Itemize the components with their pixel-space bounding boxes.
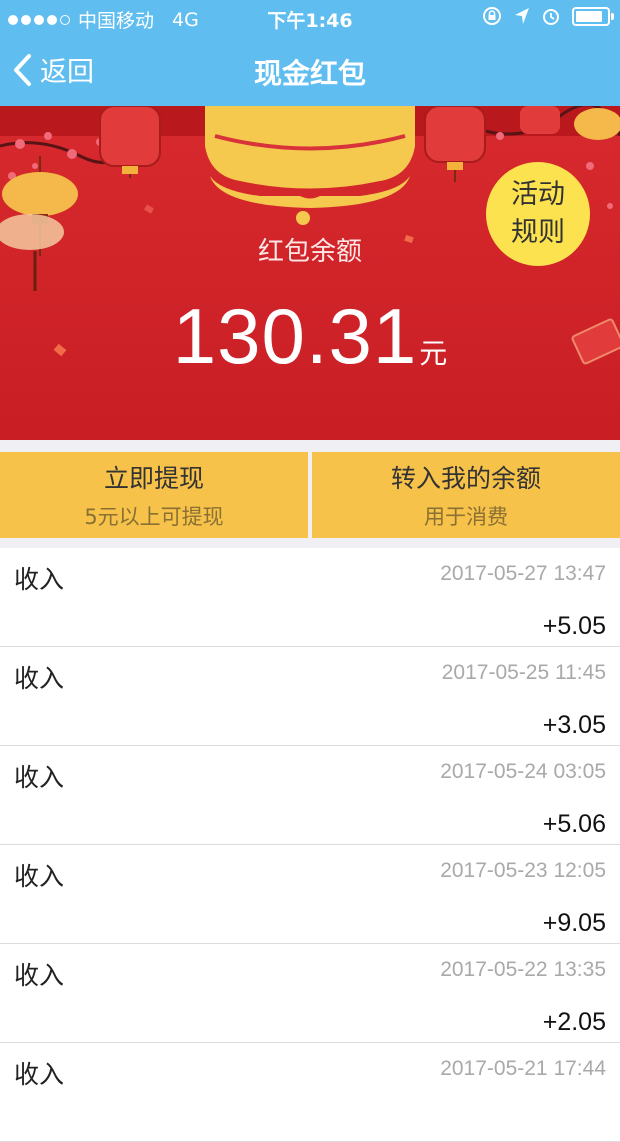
red-packet-banner: 红包余额 130.31元 活动 规则 — [0, 106, 620, 440]
rules-label-line2: 规则 — [511, 217, 565, 248]
balance-amount: 130.31元 — [0, 291, 620, 382]
list-item[interactable]: 收入 2017-05-21 17:44 — [0, 1043, 620, 1142]
transfer-to-balance-button[interactable]: 转入我的余额 用于消费 — [312, 452, 620, 538]
page-title: 现金红包 — [253, 57, 366, 90]
withdraw-label: 立即提现 — [103, 464, 204, 493]
record-date: 2017-05-24 03:05 — [440, 760, 606, 783]
transfer-hint: 用于消费 — [424, 505, 508, 529]
record-date: 2017-05-25 11:45 — [441, 661, 606, 684]
list-item[interactable]: 收入 2017-05-23 12:05 +9.05 — [0, 845, 620, 944]
record-type: 收入 — [14, 961, 65, 990]
location-icon — [515, 8, 529, 24]
action-buttons: 立即提现 5元以上可提现 转入我的余额 用于消费 — [0, 452, 620, 538]
balance-unit: 元 — [419, 337, 448, 370]
record-type: 收入 — [14, 862, 65, 891]
list-item[interactable]: 收入 2017-05-24 03:05 +5.06 — [0, 746, 620, 845]
record-amount: +9.05 — [542, 909, 606, 937]
list-item[interactable]: 收入 2017-05-25 11:45 +3.05 — [0, 647, 620, 746]
navigation-bar: 返回 现金红包 — [0, 36, 620, 106]
banner-decoration — [0, 106, 620, 365]
status-bar: 中国移动 4G 下午1:46 — [0, 0, 620, 36]
list-item[interactable]: 收入 2017-05-22 13:35 +2.05 — [0, 944, 620, 1043]
record-date: 2017-05-27 13:47 — [440, 562, 606, 585]
record-type: 收入 — [14, 565, 65, 594]
record-type: 收入 — [14, 1060, 65, 1089]
balance-value: 130.31 — [172, 292, 418, 380]
alarm-icon — [543, 9, 559, 25]
record-date: 2017-05-21 17:44 — [440, 1057, 606, 1080]
record-date: 2017-05-23 12:05 — [440, 859, 606, 882]
transfer-label: 转入我的余额 — [390, 464, 541, 493]
record-date: 2017-05-22 13:35 — [440, 958, 606, 981]
record-amount: +3.05 — [542, 711, 606, 739]
activity-rules-button[interactable]: 活动 规则 — [486, 162, 590, 266]
record-type: 收入 — [14, 664, 65, 693]
record-type: 收入 — [14, 763, 65, 792]
status-right — [482, 6, 614, 26]
rotation-lock-icon — [483, 7, 501, 25]
record-amount: +5.05 — [542, 612, 606, 640]
battery-icon — [572, 6, 614, 26]
withdraw-hint: 5元以上可提现 — [84, 505, 224, 529]
rules-label-line1: 活动 — [511, 179, 565, 210]
record-amount: +5.06 — [542, 810, 606, 838]
record-amount: +2.05 — [542, 1008, 606, 1036]
list-item[interactable]: 收入 2017-05-27 13:47 +5.05 — [0, 548, 620, 647]
withdraw-button[interactable]: 立即提现 5元以上可提现 — [0, 452, 308, 538]
records-list: 收入 2017-05-27 13:47 +5.05 收入 2017-05-25 … — [0, 548, 620, 1142]
